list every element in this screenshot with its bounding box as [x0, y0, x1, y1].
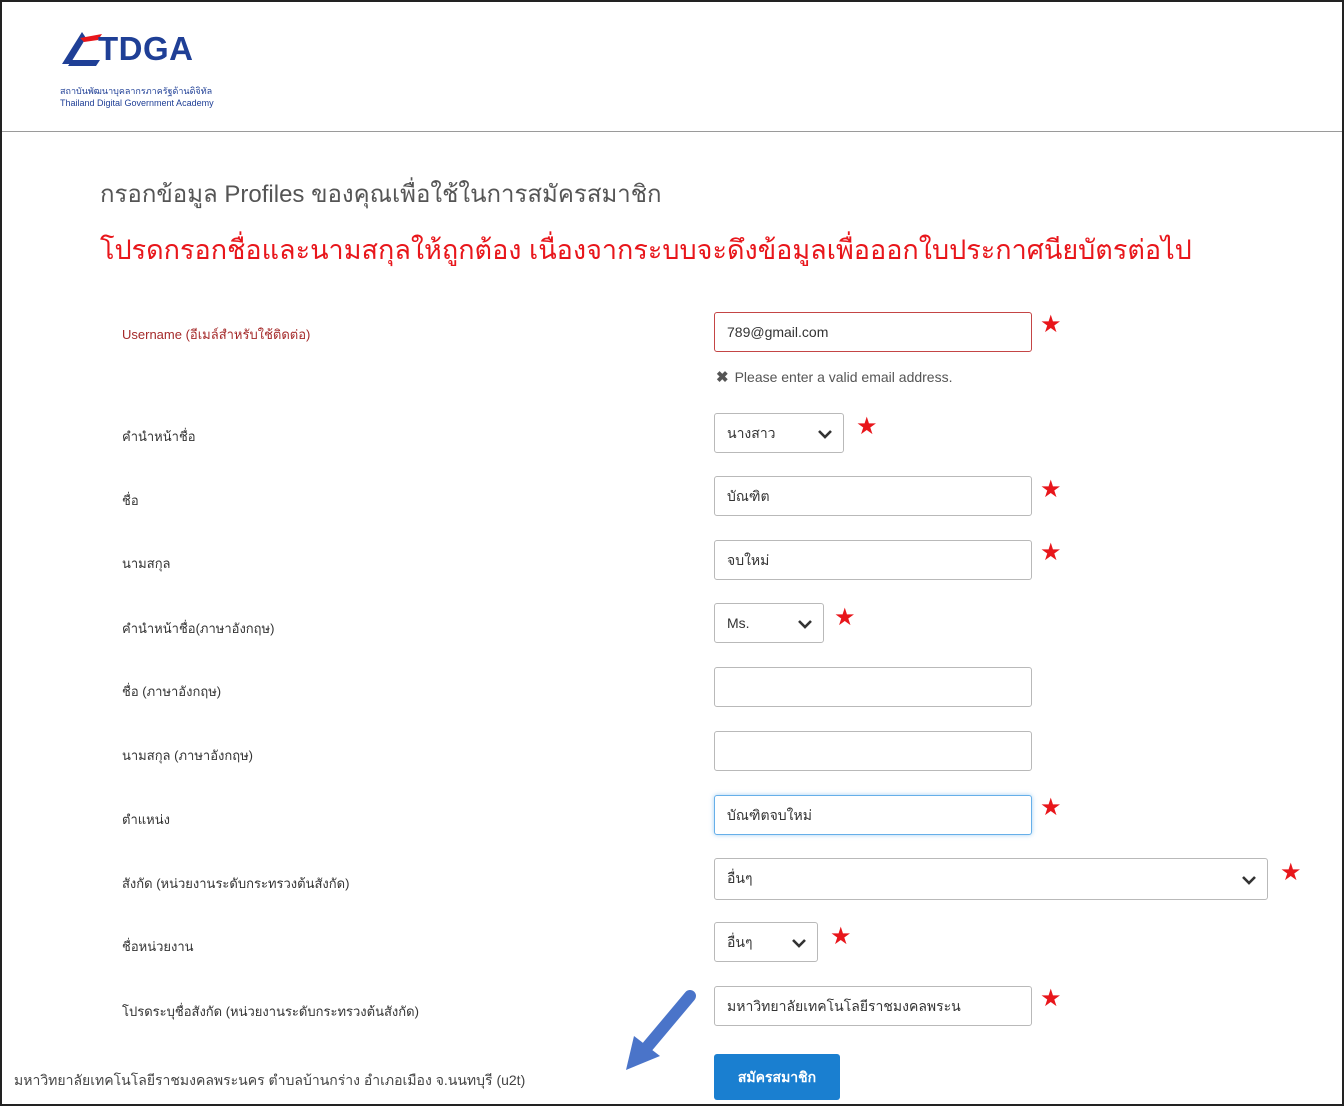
required-star: ★ [830, 922, 852, 950]
logo-subtitle-th: สถาบันพัฒนาบุคลากรภาครัฐด้านดิจิทัล [60, 87, 213, 97]
title-en-value: Ms. [727, 615, 750, 631]
unit-name-value: อื่นๆ [727, 934, 753, 950]
page-frame [0, 0, 1344, 1106]
error-x-icon: ✖ [716, 369, 729, 386]
logo-wordmark: TDGA [98, 30, 194, 67]
first-name-th-input[interactable]: บัณฑิต [714, 476, 1032, 516]
title-th-select[interactable]: นางสาว [714, 413, 844, 453]
username-input[interactable]: 789@gmail.com [714, 312, 1032, 352]
required-star: ★ [1280, 858, 1302, 886]
title-en-label: คำนำหน้าชื่อ(ภาษาอังกฤษ) [122, 621, 275, 636]
required-star: ★ [1040, 538, 1062, 566]
position-label: ตำแหน่ง [122, 812, 170, 827]
last-name-en-label: นามสกุล (ภาษาอังกฤษ) [122, 748, 254, 763]
first-name-en-label: ชื่อ (ภาษาอังกฤษ) [122, 684, 222, 699]
required-star: ★ [1040, 475, 1062, 503]
affiliation-other-input[interactable]: มหาวิทยาลัยเทคโนโลยีราชมงคลพระน [714, 986, 1032, 1026]
last-name-th-label: นามสกุล [122, 556, 171, 571]
annotation-arrow-icon [626, 990, 696, 1070]
title-th-label: คำนำหน้าชื่อ [122, 429, 196, 444]
username-error-text: Please enter a valid email address. [734, 369, 953, 385]
position-input[interactable]: บัณฑิตจบใหม่ [714, 795, 1032, 835]
required-star: ★ [1040, 793, 1062, 821]
form-title: กรอกข้อมูล Profiles ของคุณเพื่อใช้ในการส… [100, 181, 662, 208]
unit-name-select[interactable]: อื่นๆ [714, 922, 818, 962]
username-error: ✖ Please enter a valid email address. [716, 368, 952, 386]
required-star: ★ [1040, 984, 1062, 1012]
chevron-down-icon [798, 620, 812, 629]
chevron-down-icon [818, 430, 832, 439]
logo-subtitle-en: Thailand Digital Government Academy [60, 98, 214, 108]
affiliation-other-label: โปรดระบุชื่อสังกัด (หน่วยงานระดับกระทรวง… [122, 1004, 419, 1019]
register-button[interactable]: สมัครสมาชิก [714, 1054, 840, 1100]
unit-name-label: ชื่อหน่วยงาน [122, 939, 194, 954]
affiliation-select[interactable]: อื่นๆ [714, 858, 1268, 900]
title-th-value: นางสาว [727, 425, 776, 441]
required-star: ★ [1040, 310, 1062, 338]
first-name-th-label: ชื่อ [122, 493, 139, 508]
chevron-down-icon [792, 939, 806, 948]
affiliation-label: สังกัด (หน่วยงานระดับกระทรวงต้นสังกัด) [122, 876, 350, 891]
form-warning: โปรดกรอกชื่อและนามสกุลให้ถูกต้อง เนื่องจ… [100, 235, 1192, 265]
title-en-select[interactable]: Ms. [714, 603, 824, 643]
chevron-down-icon [1242, 876, 1256, 885]
required-star: ★ [856, 412, 878, 440]
required-star: ★ [834, 603, 856, 631]
annotation-text: มหาวิทยาลัยเทคโนโลยีราชมงคลพระนคร ตำบลบ้… [14, 1072, 526, 1088]
username-label: Username (อีเมล์สำหรับใช้ติดต่อ) [122, 327, 311, 342]
last-name-th-input[interactable]: จบใหม่ [714, 540, 1032, 580]
affiliation-value: อื่นๆ [727, 870, 753, 886]
tdga-logo[interactable]: TDGA สถาบันพัฒนาบุคลากรภาครัฐด้านดิจิทัล… [60, 24, 320, 124]
header: TDGA สถาบันพัฒนาบุคลากรภาครัฐด้านดิจิทัล… [2, 2, 1342, 132]
first-name-en-input[interactable] [714, 667, 1032, 707]
last-name-en-input[interactable] [714, 731, 1032, 771]
